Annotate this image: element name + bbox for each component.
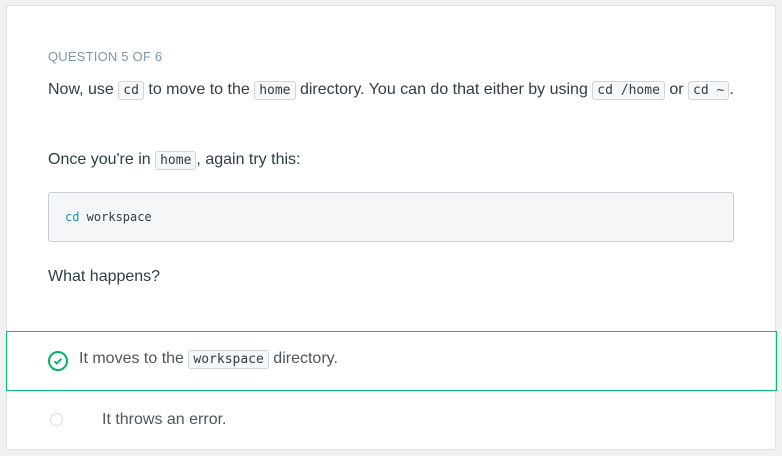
check-circle-icon xyxy=(48,351,68,371)
question-counter: QUESTION 5 OF 6 xyxy=(48,49,163,64)
quiz-card: QUESTION 5 OF 6 Now, use cd to move to t… xyxy=(6,5,777,450)
option-label: It throws an error. xyxy=(102,411,227,428)
option-label: It moves to the workspace directory. xyxy=(79,350,338,369)
option-error[interactable]: It throws an error. xyxy=(7,391,777,449)
radio-button[interactable] xyxy=(50,413,63,426)
code-block: cd workspace xyxy=(48,192,734,242)
question-text: Now, use cd to move to the home director… xyxy=(48,81,734,100)
question-prompt: What happens? xyxy=(48,268,161,285)
option-correct[interactable]: It moves to the workspace directory. xyxy=(6,331,777,391)
instruction-text: Once you're in home, again try this: xyxy=(48,151,301,170)
